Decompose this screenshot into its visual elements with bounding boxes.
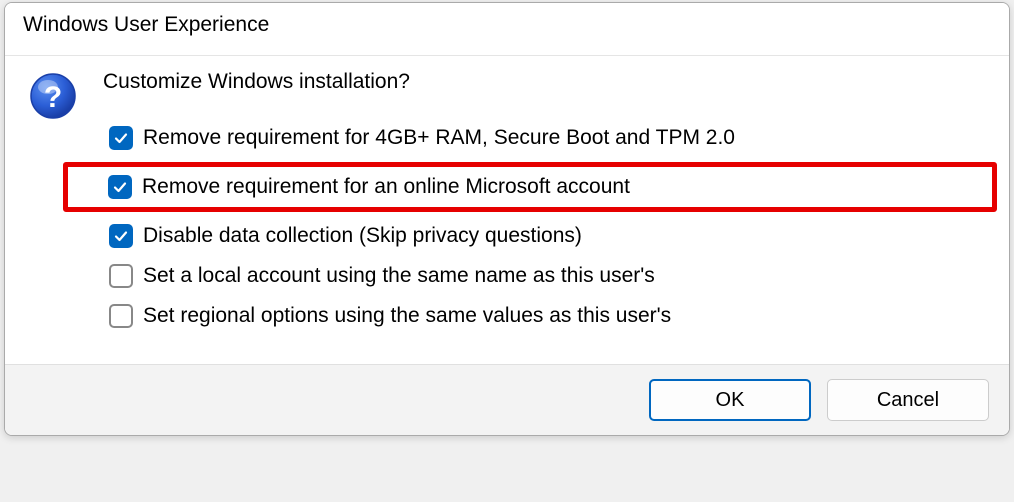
option-label: Remove requirement for 4GB+ RAM, Secure … xyxy=(143,126,735,150)
checkbox-icon[interactable] xyxy=(109,264,133,288)
checkbox-icon[interactable] xyxy=(109,304,133,328)
checkbox-icon[interactable] xyxy=(109,224,133,248)
option-label: Set regional options using the same valu… xyxy=(143,304,671,328)
option-disable-data-collection[interactable]: Disable data collection (Skip privacy qu… xyxy=(103,216,989,256)
option-label: Remove requirement for an online Microso… xyxy=(142,175,630,199)
option-remove-ram-tpm[interactable]: Remove requirement for 4GB+ RAM, Secure … xyxy=(103,118,989,158)
option-local-account[interactable]: Set a local account using the same name … xyxy=(103,256,989,296)
ok-button[interactable]: OK xyxy=(649,379,811,421)
checkbox-icon[interactable] xyxy=(109,126,133,150)
checkbox-icon[interactable] xyxy=(108,175,132,199)
option-regional-options[interactable]: Set regional options using the same valu… xyxy=(103,296,989,336)
cancel-button[interactable]: Cancel xyxy=(827,379,989,421)
main-column: Customize Windows installation? Remove r… xyxy=(103,70,989,336)
dialog-footer: OK Cancel xyxy=(5,364,1009,435)
option-label: Disable data collection (Skip privacy qu… xyxy=(143,224,582,248)
highlight-box: Remove requirement for an online Microso… xyxy=(63,162,997,212)
dialog-window: Windows User Experience ? xyxy=(4,2,1010,436)
option-label: Set a local account using the same name … xyxy=(143,264,655,288)
dialog-title: Windows User Experience xyxy=(5,3,1009,56)
dialog-content: ? Customize Windows installation? Remove… xyxy=(5,56,1009,364)
dialog-heading: Customize Windows installation? xyxy=(103,70,989,94)
question-icon: ? xyxy=(29,72,77,120)
option-remove-online-account[interactable]: Remove requirement for an online Microso… xyxy=(102,167,992,207)
svg-text:?: ? xyxy=(44,81,62,114)
